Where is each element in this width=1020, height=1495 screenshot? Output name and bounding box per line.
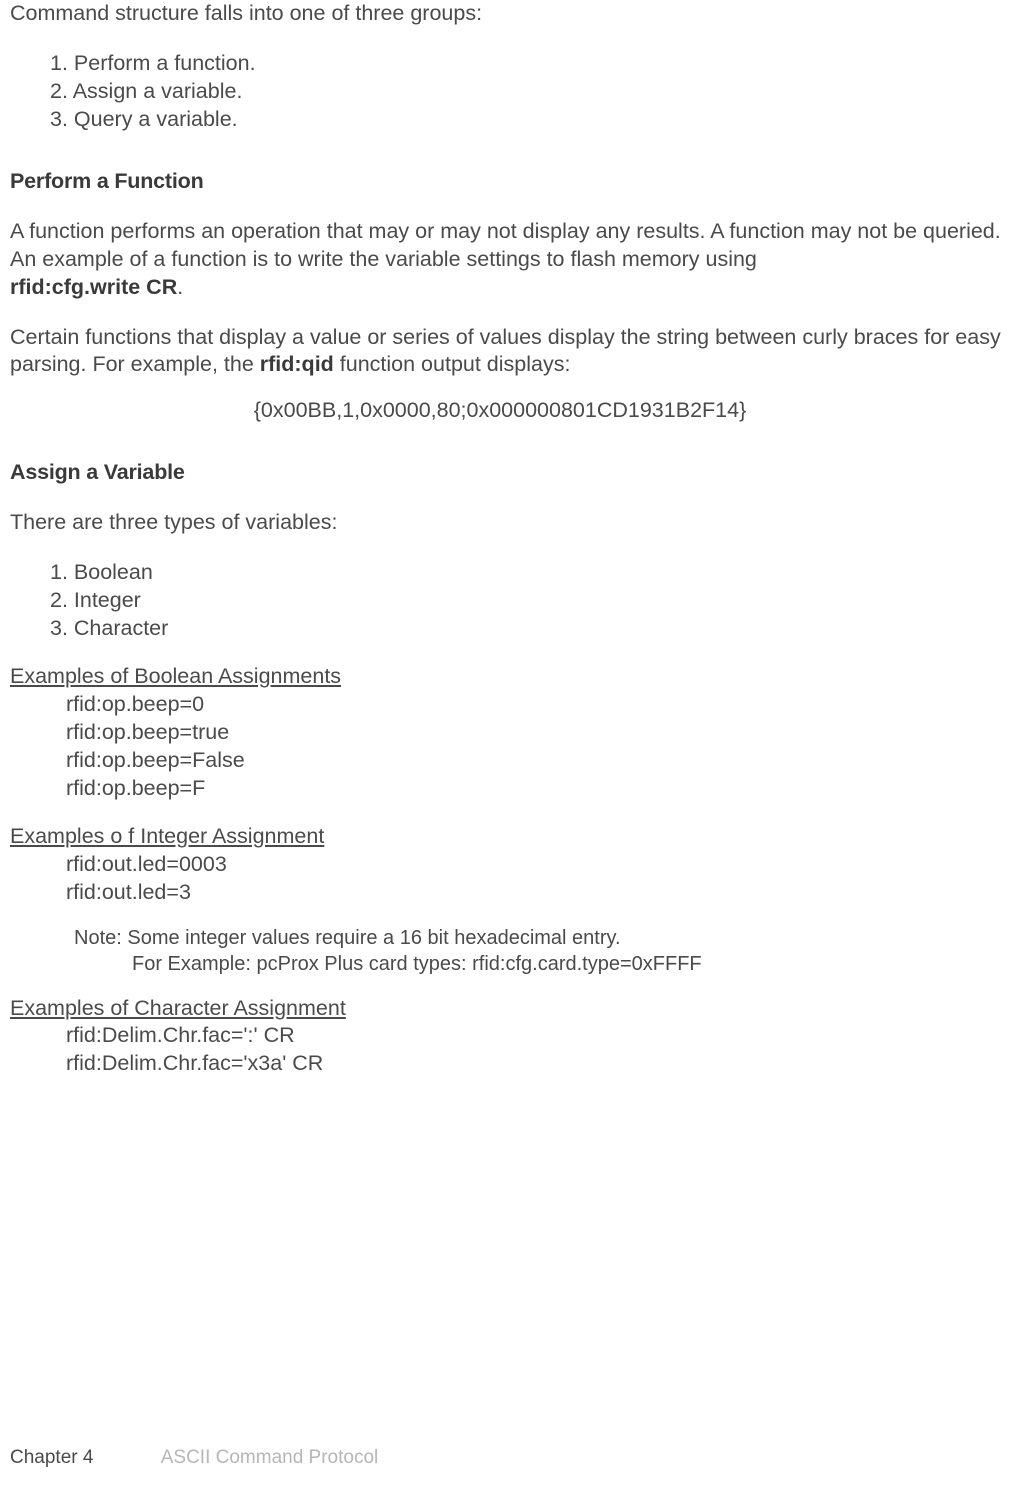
note-line: Note: Some integer values require a 16 b…: [74, 925, 1010, 951]
section-heading-assign: Assign a Variable: [10, 459, 1010, 487]
code-line: rfid:op.beep=False: [66, 747, 1010, 775]
section-heading-perform: Perform a Function: [10, 168, 1010, 196]
type-list: 1. Boolean 2. Integer 3. Character: [50, 559, 1010, 643]
character-examples: rfid:Delim.Chr.fac=':' CR rfid:Delim.Chr…: [66, 1022, 1010, 1078]
code-line: rfid:Delim.Chr.fac='x3a' CR: [66, 1050, 1010, 1078]
list-item: 3. Query a variable.: [50, 106, 1010, 134]
character-examples-heading: Examples of Character Assignment: [10, 995, 1010, 1023]
perform-paragraph-1: A function performs an operation that ma…: [10, 218, 1010, 302]
perform-paragraph-2: Certain functions that display a value o…: [10, 324, 1010, 380]
command-text: rfid:cfg.write CR: [10, 275, 177, 299]
list-item: 1. Perform a function.: [50, 50, 1010, 78]
example-output: {0x00BB,1,0x0000,80;0x000000801CD1931B2F…: [120, 397, 880, 425]
page-content: Command structure falls into one of thre…: [0, 0, 1020, 1078]
footer-chapter: Chapter 4: [10, 1446, 93, 1471]
code-line: rfid:op.beep=0: [66, 691, 1010, 719]
text: .: [177, 275, 183, 299]
code-line: rfid:out.led=3: [66, 879, 1010, 907]
note-line: For Example: pcProx Plus card types: rfi…: [132, 951, 1010, 977]
list-item: 2. Assign a variable.: [50, 78, 1010, 106]
boolean-examples: rfid:op.beep=0 rfid:op.beep=true rfid:op…: [66, 691, 1010, 803]
integer-examples-heading: Examples o f Integer Assignment: [10, 823, 1010, 851]
code-line: rfid:out.led=0003: [66, 851, 1010, 879]
list-item: 1. Boolean: [50, 559, 1010, 587]
code-line: rfid:op.beep=true: [66, 719, 1010, 747]
code-line: rfid:Delim.Chr.fac=':' CR: [66, 1022, 1010, 1050]
code-line: rfid:op.beep=F: [66, 775, 1010, 803]
command-text: rfid:qid: [260, 352, 334, 376]
list-item: 3. Character: [50, 615, 1010, 643]
text: function output displays:: [334, 352, 571, 376]
text: A function performs an operation that ma…: [10, 219, 1001, 271]
assign-intro: There are three types of variables:: [10, 509, 1010, 537]
boolean-examples-heading: Examples of Boolean Assignments: [10, 663, 1010, 691]
group-list: 1. Perform a function. 2. Assign a varia…: [50, 50, 1010, 134]
intro-text: Command structure falls into one of thre…: [10, 0, 1010, 28]
integer-examples: rfid:out.led=0003 rfid:out.led=3: [66, 851, 1010, 907]
footer-title: ASCII Command Protocol: [161, 1447, 379, 1468]
page-footer: Chapter 4 ASCII Command Protocol: [10, 1446, 378, 1471]
list-item: 2. Integer: [50, 587, 1010, 615]
integer-note: Note: Some integer values require a 16 b…: [74, 925, 1010, 977]
